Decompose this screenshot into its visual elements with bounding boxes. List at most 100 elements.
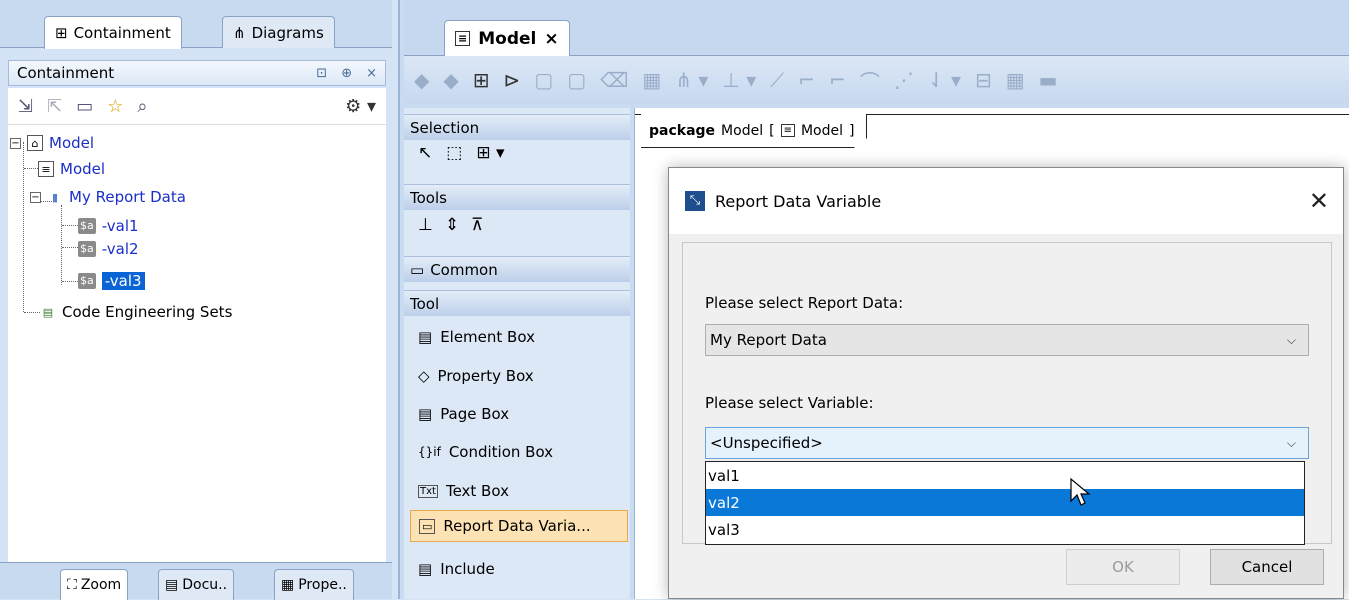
editor-tab-strip: ≡ Model × <box>404 0 1349 56</box>
tree-row-model-root[interactable]: − ⌂ Model <box>10 132 94 154</box>
collapse-toggle-icon[interactable]: − <box>30 191 41 203</box>
palette-section-tools[interactable]: Tools <box>404 184 630 210</box>
palette-section-selection[interactable]: Selection <box>404 114 630 140</box>
distribute-icon[interactable]: ⊼ <box>471 215 483 235</box>
properties-icon: ▦ <box>281 577 295 593</box>
variable-icon: $a <box>78 218 96 234</box>
grid-icon[interactable]: ▦ <box>1006 68 1025 92</box>
pointer-icon[interactable]: ↖ <box>418 143 432 163</box>
palette-item-text-box[interactable]: Txt Text Box <box>418 478 509 504</box>
variable-label: Please select Variable: <box>705 394 874 412</box>
report-variable-icon: ▭ <box>419 518 436 534</box>
tree-row-code-engineering-sets[interactable]: ▤ Code Engineering Sets <box>40 301 233 323</box>
variable-icon: $a <box>78 273 96 289</box>
tab-properties[interactable]: ▦ Prope.. <box>274 569 354 600</box>
tool-palette: Selection ↖ ⬚ ⊞ ▾ Tools ⊥ ⇕ ⊼ ▭ Common T… <box>404 108 630 599</box>
gear-icon[interactable]: ⚙ ▾ <box>345 96 376 117</box>
document-icon: ▤ <box>165 577 179 593</box>
close-icon[interactable]: ✕ <box>1309 187 1329 215</box>
favorite-star-icon[interactable]: ☆ <box>107 96 123 117</box>
containment-toolbar: ⇲ ⇱ ▭ ☆ ⌕ ⚙ ▾ <box>8 88 386 124</box>
diagrams-icon: ⋔ <box>233 23 246 42</box>
option-val3[interactable]: val3 <box>706 516 1304 543</box>
folder-icon: ▭ <box>410 260 425 279</box>
tab-diagrams[interactable]: ⋔ Diagrams <box>222 16 335 48</box>
page-box-icon: ▤ <box>418 405 433 423</box>
report-data-select[interactable]: My Report Data ⌵ <box>705 324 1309 356</box>
back-arrow-icon[interactable]: ◆ <box>414 68 429 92</box>
tree-row-val1[interactable]: $a -val1 <box>78 215 139 237</box>
delete-icon[interactable]: ⌫ <box>600 68 628 92</box>
copy-icon[interactable]: ▢ <box>534 68 553 92</box>
multi-select-icon[interactable]: ⊞ ▾ <box>476 143 504 163</box>
tab-model-diagram[interactable]: ≡ Model × <box>444 20 570 56</box>
expand-all-icon[interactable]: ⇱ <box>47 96 62 117</box>
palette-section-tool[interactable]: Tool <box>404 290 630 316</box>
report-data-label: Please select Report Data: <box>705 294 904 312</box>
close-tab-icon[interactable]: × <box>544 29 558 49</box>
marquee-select-icon[interactable]: ⬚ <box>446 143 462 163</box>
align-icon[interactable]: ⊥ ▾ <box>722 68 756 92</box>
variable-icon: $a <box>78 241 96 257</box>
palette-item-report-data-variable[interactable]: ▭ Report Data Varia... <box>410 510 628 542</box>
option-val2[interactable]: val2 <box>706 489 1304 516</box>
chevron-down-icon: ⌵ <box>1286 332 1296 347</box>
anchor-icon[interactable]: ⊥ <box>418 215 433 235</box>
route-icon[interactable]: ⋰ <box>894 68 914 92</box>
variable-select[interactable]: <Unspecified> ⌵ <box>705 427 1309 459</box>
tree-row-report-data[interactable]: − ▮ My Report Data <box>30 186 186 208</box>
search-icon[interactable]: ⌕ <box>137 96 147 117</box>
layout-icon[interactable]: ▦ <box>642 68 661 92</box>
collapse-toggle-icon[interactable]: − <box>10 137 21 149</box>
tree-row-model-doc[interactable]: ≡ Model <box>38 158 105 180</box>
containment-title-bar: Containment ⊡ ⊕ × <box>8 60 386 86</box>
left-tab-strip: ⊞ Containment ⋔ Diagrams <box>0 0 392 49</box>
rect-path-icon[interactable]: ⌐ <box>798 68 815 92</box>
paste-icon[interactable]: ▢ <box>567 68 586 92</box>
close-panel-icon[interactable]: × <box>366 66 377 81</box>
option-val1[interactable]: val1 <box>706 462 1304 489</box>
report-data-variable-dialog: ⤡ Report Data Variable ✕ Please select R… <box>668 167 1344 599</box>
select-icon[interactable]: ⊳ <box>504 68 521 92</box>
containment-icon[interactable]: ⊞ <box>473 68 490 92</box>
oblique-path-icon[interactable]: ⌐ <box>829 68 846 92</box>
element-box-icon: ▤ <box>418 328 433 346</box>
ok-button[interactable]: OK <box>1066 549 1180 585</box>
cancel-button[interactable]: Cancel <box>1210 549 1324 585</box>
palette-item-condition-box[interactable]: {}if Condition Box <box>418 439 553 465</box>
tree-row-val2[interactable]: $a -val2 <box>78 238 139 260</box>
pin-icon[interactable]: ⊕ <box>341 66 352 81</box>
containment-icon: ⊞ <box>55 24 68 42</box>
document-icon: ≡ <box>38 161 54 177</box>
palette-section-common[interactable]: ▭ Common <box>404 256 630 282</box>
tools-row: ⊥ ⇕ ⊼ <box>418 212 484 238</box>
tree-row-val3[interactable]: $a -val3 <box>78 270 145 292</box>
tree-layout-icon[interactable]: ⋔ ▾ <box>675 68 708 92</box>
route-more-icon[interactable]: ⇃ ▾ <box>928 68 961 92</box>
variable-dropdown-list: val1 val2 val3 <box>705 461 1305 545</box>
forward-arrow-icon[interactable]: ◆ <box>443 68 458 92</box>
condition-box-icon: {}if <box>418 445 441 459</box>
containment-tree: − ⌂ Model ≡ Model − ▮ My Report Data $a … <box>8 124 386 562</box>
path-icon[interactable]: ⟋ <box>770 68 784 92</box>
tab-documentation[interactable]: ▤ Docu.. <box>158 569 235 600</box>
app-logo-icon: ⤡ <box>685 191 705 211</box>
property-box-icon: ◇ <box>418 367 430 385</box>
palette-item-property-box[interactable]: ◇ Property Box <box>418 363 534 389</box>
dialog-title-bar: ⤡ Report Data Variable ✕ <box>669 168 1343 234</box>
tab-containment[interactable]: ⊞ Containment <box>44 16 182 49</box>
view-icon[interactable]: ▬ <box>1039 68 1058 92</box>
palette-item-page-box[interactable]: ▤ Page Box <box>418 401 509 427</box>
package-icon: ⌂ <box>27 135 43 151</box>
palette-item-element-box[interactable]: ▤ Element Box <box>418 324 535 350</box>
text-box-icon: Txt <box>418 484 438 498</box>
collapse-all-icon[interactable]: ⇲ <box>18 96 33 117</box>
open-folder-icon[interactable]: ▭ <box>76 96 93 117</box>
tab-zoom[interactable]: ⛶ Zoom <box>60 569 129 600</box>
curve-path-icon[interactable]: ⌒ <box>860 66 880 95</box>
palette-item-include[interactable]: ▤ Include <box>418 556 495 582</box>
insert-icon[interactable]: ⊟ <box>975 68 992 92</box>
restore-icon[interactable]: ⊡ <box>316 66 327 81</box>
mouse-cursor-icon <box>1070 477 1091 506</box>
vertical-align-icon[interactable]: ⇕ <box>445 215 459 235</box>
